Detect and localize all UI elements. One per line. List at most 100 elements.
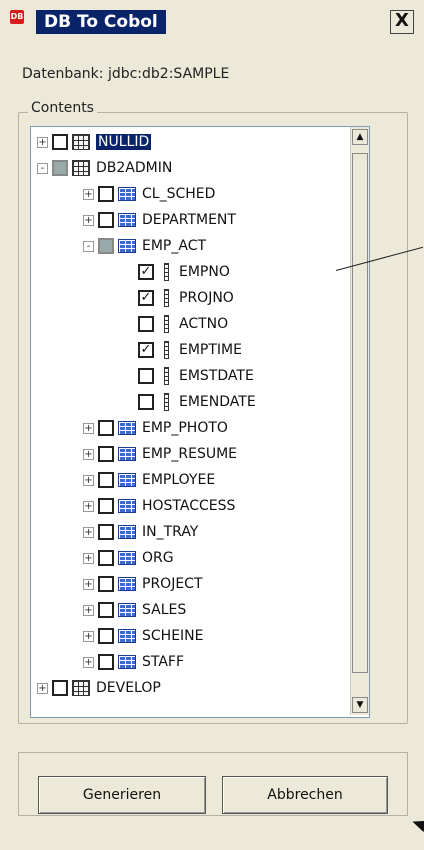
item-checkbox[interactable]: [98, 446, 114, 462]
close-button[interactable]: X: [390, 10, 414, 34]
cancel-button[interactable]: Abbrechen: [222, 776, 388, 814]
table-icon: [118, 629, 136, 643]
scroll-up-button[interactable]: ▲: [352, 129, 368, 145]
tree-item-label: EMPNO: [179, 264, 230, 280]
item-checkbox[interactable]: [52, 134, 68, 150]
tree-item-label: PROJECT: [142, 576, 203, 592]
generate-button[interactable]: Generieren: [38, 776, 206, 814]
table-icon: [118, 213, 136, 227]
tree-item[interactable]: + HOSTACCESS: [83, 493, 235, 519]
expand-icon[interactable]: +: [83, 188, 94, 200]
expand-icon[interactable]: +: [37, 682, 48, 694]
item-checkbox[interactable]: ✓: [138, 290, 154, 306]
item-checkbox[interactable]: [98, 186, 114, 202]
tree-item[interactable]: + STAFF: [83, 649, 184, 675]
tree-item[interactable]: + EMPLOYEE: [83, 467, 215, 493]
expand-icon[interactable]: +: [83, 422, 94, 434]
title-bar[interactable]: DB DB To Cobol X: [0, 0, 424, 44]
tree-item[interactable]: ✓ PROJNO: [123, 285, 234, 311]
tree-item-label: DEVELOP: [96, 680, 161, 696]
schema-icon: [72, 160, 90, 176]
expand-icon[interactable]: +: [83, 500, 94, 512]
expand-icon[interactable]: +: [83, 604, 94, 616]
scroll-thumb[interactable]: [352, 153, 368, 673]
column-icon: [164, 315, 169, 333]
item-checkbox[interactable]: [98, 524, 114, 540]
contents-tree[interactable]: + DEVELOP + STAFF + SCHEINE + SALES + PROJECT + ORG…: [30, 126, 370, 718]
table-icon: [118, 421, 136, 435]
item-checkbox[interactable]: [52, 680, 68, 696]
expand-icon[interactable]: +: [83, 630, 94, 642]
tree-item-label: EMPLOYEE: [142, 472, 216, 488]
collapse-icon[interactable]: -: [37, 162, 48, 174]
tree-item[interactable]: EMSTDATE: [123, 363, 254, 389]
tree-item-label: EMSTDATE: [179, 368, 254, 384]
scroll-down-button[interactable]: ▼: [352, 697, 368, 713]
item-checkbox[interactable]: [98, 550, 114, 566]
tree-item[interactable]: + ORG: [83, 545, 174, 571]
item-checkbox[interactable]: [98, 654, 114, 670]
column-icon: [164, 341, 169, 359]
tree-item-label: ACTNO: [179, 316, 229, 332]
tree-item[interactable]: + EMP_RESUME: [83, 441, 237, 467]
item-checkbox[interactable]: ✓: [138, 342, 154, 358]
item-checkbox[interactable]: [98, 602, 114, 618]
table-icon: [118, 525, 136, 539]
tree-item[interactable]: + IN_TRAY: [83, 519, 198, 545]
tree-item[interactable]: + EMP_PHOTO: [83, 415, 228, 441]
item-checkbox[interactable]: [98, 238, 114, 254]
tree-item[interactable]: EMENDATE: [123, 389, 256, 415]
tree-item-label: EMPTIME: [179, 342, 242, 358]
collapse-icon[interactable]: -: [83, 240, 94, 252]
expand-icon[interactable]: +: [83, 526, 94, 538]
vertical-scrollbar[interactable]: ▲ ▼: [350, 127, 369, 715]
tree-item-label: SALES: [142, 602, 187, 618]
tree-item[interactable]: + DEPARTMENT: [83, 207, 236, 233]
expand-icon[interactable]: +: [83, 474, 94, 486]
item-checkbox[interactable]: [138, 316, 154, 332]
expand-icon[interactable]: +: [37, 136, 48, 148]
expand-icon[interactable]: +: [83, 656, 94, 668]
item-checkbox[interactable]: ✓: [138, 264, 154, 280]
tree-item[interactable]: - EMP_ACT: [83, 233, 206, 259]
tree-item[interactable]: + PROJECT: [83, 571, 203, 597]
tree-item-label: EMP_RESUME: [142, 446, 237, 462]
expand-icon[interactable]: +: [83, 578, 94, 590]
dialog-window: DB DB To Cobol X Datenbank: jdbc:db2:SAM…: [0, 0, 424, 850]
tree-item-label: EMENDATE: [179, 394, 256, 410]
tree-item[interactable]: + CL_SCHED: [83, 181, 215, 207]
expand-icon[interactable]: +: [83, 448, 94, 460]
item-checkbox[interactable]: [98, 420, 114, 436]
schema-icon: [72, 680, 90, 696]
tree-item[interactable]: ACTNO: [123, 311, 228, 337]
table-icon: [118, 473, 136, 487]
tree-item[interactable]: + DEVELOP: [37, 675, 161, 701]
item-checkbox[interactable]: [98, 498, 114, 514]
database-label: Datenbank: jdbc:db2:SAMPLE: [22, 66, 230, 82]
tree-item-label: STAFF: [142, 654, 185, 670]
item-checkbox[interactable]: [98, 576, 114, 592]
item-checkbox[interactable]: [98, 628, 114, 644]
item-checkbox[interactable]: [98, 472, 114, 488]
tree-item-label: NULLID: [96, 134, 152, 150]
expand-icon[interactable]: +: [83, 214, 94, 226]
tree-item-label: CL_SCHED: [142, 186, 216, 202]
contents-caption: Contents: [28, 100, 97, 116]
schema-icon: [72, 134, 90, 150]
tree-item[interactable]: ✓ EMPNO: [123, 259, 230, 285]
annotation-arrow-icon: [410, 815, 424, 833]
tree-item[interactable]: + NULLID: [37, 129, 152, 155]
table-icon: [118, 499, 136, 513]
tree-item[interactable]: + SALES: [83, 597, 186, 623]
tree-item[interactable]: - DB2ADMIN: [37, 155, 172, 181]
item-checkbox[interactable]: [52, 160, 68, 176]
item-checkbox[interactable]: [138, 368, 154, 384]
tree-item[interactable]: ✓ EMPTIME: [123, 337, 242, 363]
expand-icon[interactable]: +: [83, 552, 94, 564]
item-checkbox[interactable]: [138, 394, 154, 410]
item-checkbox[interactable]: [98, 212, 114, 228]
tree-item[interactable]: + SCHEINE: [83, 623, 203, 649]
tree-item-label: EMP_ACT: [142, 238, 207, 254]
tree-item-label: DB2ADMIN: [96, 160, 173, 176]
table-icon: [118, 551, 136, 565]
